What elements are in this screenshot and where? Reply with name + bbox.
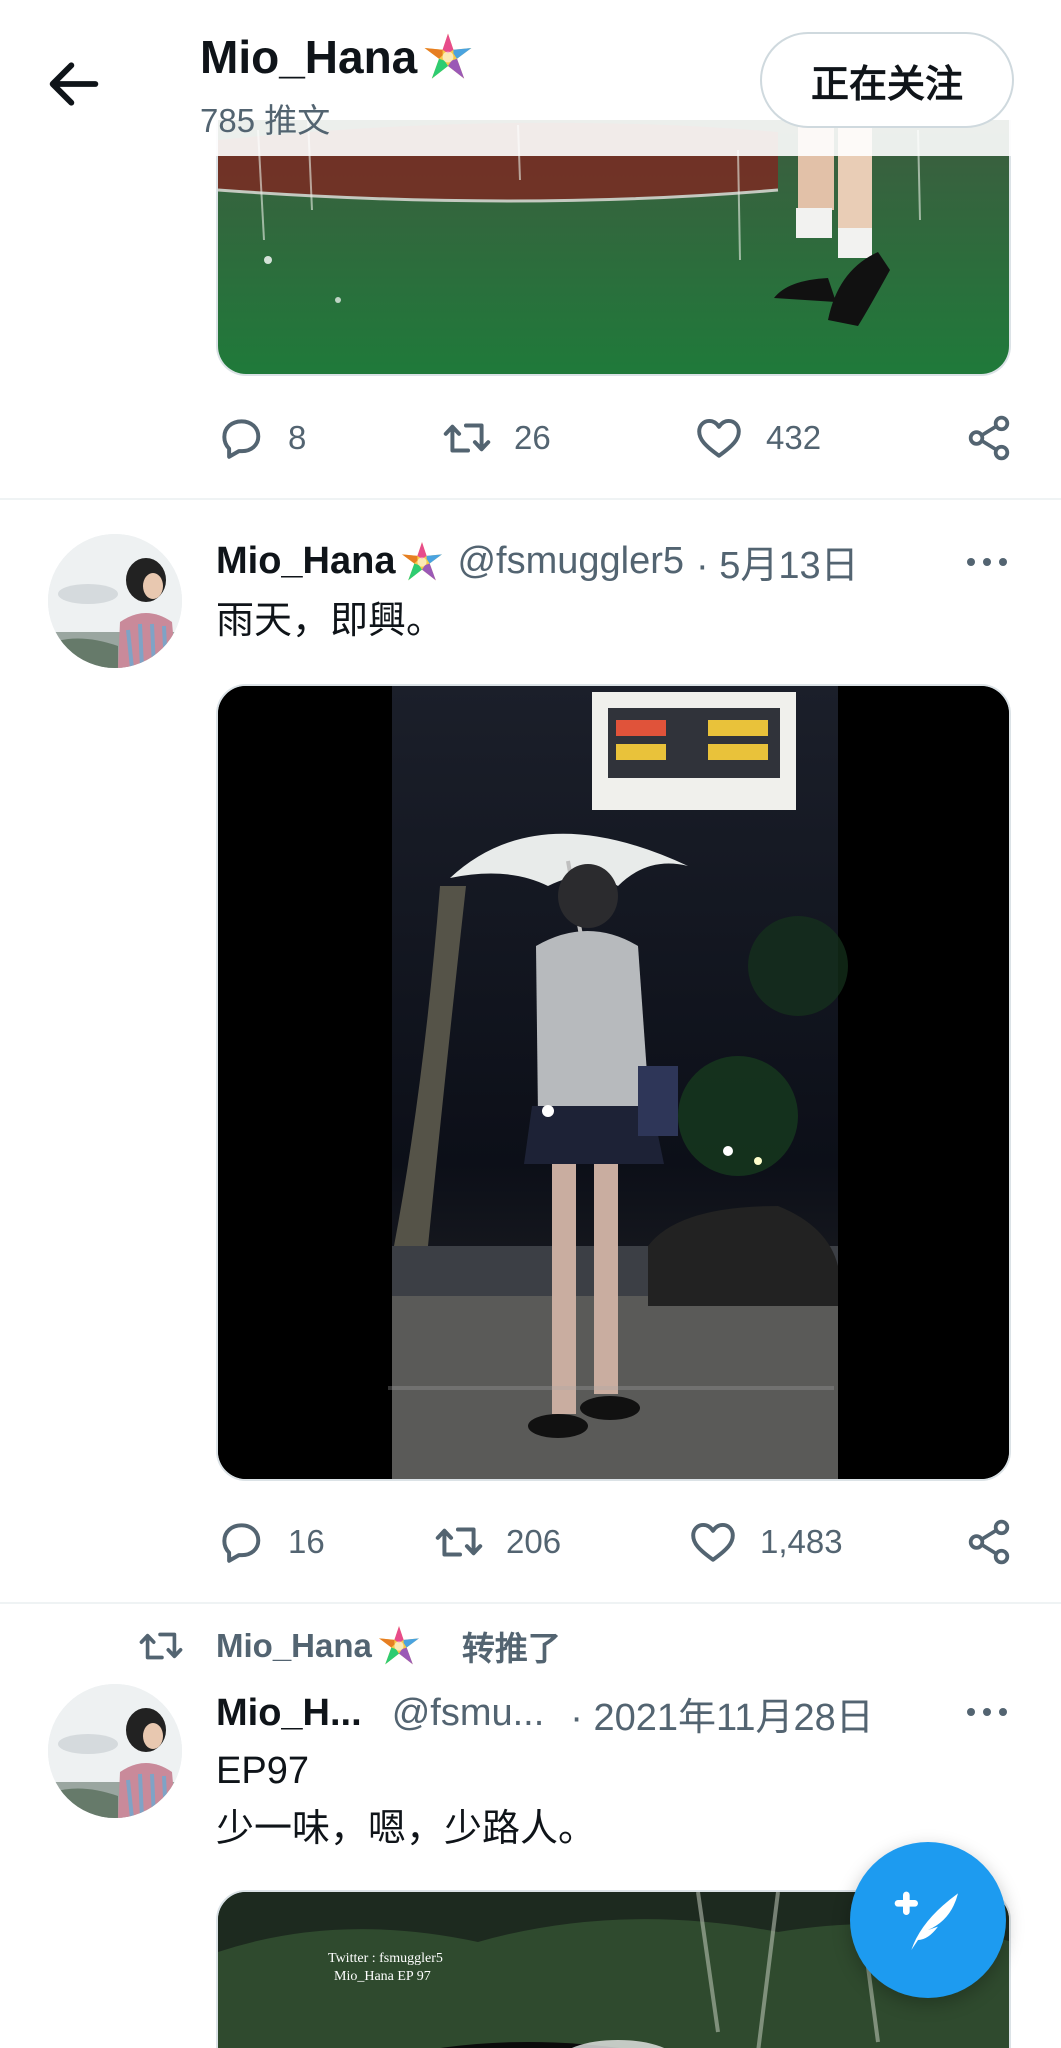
tweet-author-handle[interactable]: @fsmu... — [392, 1692, 545, 1735]
profile-header: Mio_Hana 785 推文 正在关注 — [0, 0, 1061, 156]
tweet-actions: 8 26 432 — [216, 408, 1016, 468]
tweet-actions: 16 206 1,483 — [216, 1512, 1016, 1572]
avatar-image — [48, 1684, 182, 1818]
tweet-date[interactable]: · 2021年11月28日 — [570, 1686, 873, 1741]
divider — [0, 1602, 1061, 1604]
retweet-icon — [442, 413, 492, 463]
share-button[interactable] — [964, 1512, 1036, 1572]
tweet-date[interactable]: · 5月13日 — [696, 534, 859, 589]
share-icon — [964, 1517, 1014, 1567]
profile-name: Mio_Hana — [200, 30, 475, 84]
tweet-author-name[interactable]: Mio_H... — [216, 1692, 362, 1735]
tweet-text-line: EP97 — [216, 1750, 309, 1792]
retweet-icon — [434, 1517, 484, 1567]
reply-count: 8 — [288, 419, 307, 456]
reply-button[interactable]: 16 — [216, 1512, 325, 1572]
tweet-header: Mio_Hana @fsmuggler5 · 5月13日 — [216, 534, 859, 589]
reply-button[interactable]: 8 — [216, 408, 306, 468]
retweet-context[interactable]: Mio_Hana 转推了 — [138, 1622, 561, 1670]
tweet-header: Mio_H... @fsmu... · 2021年11月28日 — [216, 1686, 874, 1741]
tweet-author-name[interactable]: Mio_Hana — [216, 540, 395, 583]
reply-icon — [216, 413, 266, 463]
profile-name-label: Mio_Hana — [200, 31, 418, 83]
more-dots-icon[interactable] — [962, 1702, 1012, 1722]
arrow-left-icon[interactable] — [42, 52, 106, 116]
like-count: 432 — [766, 419, 822, 456]
avatar[interactable] — [48, 1684, 182, 1818]
heart-icon — [694, 413, 744, 463]
image-watermark-line: Mio_Hana EP 97 — [334, 1969, 431, 1984]
retweet-button[interactable]: 206 — [434, 1512, 561, 1572]
retweet-button[interactable]: 26 — [442, 408, 551, 468]
compose-tweet-button[interactable] — [850, 1842, 1006, 1998]
like-count: 1,483 — [760, 1523, 843, 1560]
umbrella-night-photo — [218, 686, 1009, 1479]
tweet-text: 雨天，即興。 — [216, 600, 445, 642]
pinata-emoji-icon — [421, 30, 475, 84]
tweet-image[interactable] — [216, 684, 1011, 1481]
more-dots-icon[interactable] — [962, 552, 1012, 572]
tweet-text-line: 少一味，嗯，少路人。 — [216, 1808, 597, 1850]
avatar[interactable] — [48, 534, 182, 668]
divider — [0, 498, 1061, 500]
retweet-icon — [138, 1623, 184, 1669]
tweet-author-handle[interactable]: @fsmuggler5 — [457, 540, 684, 583]
share-button[interactable] — [964, 408, 1036, 468]
share-icon — [964, 413, 1014, 463]
pinata-emoji-icon — [376, 1623, 422, 1669]
like-button[interactable]: 1,483 — [688, 1512, 843, 1572]
image-watermark-line: Twitter : fsmuggler5 — [328, 1951, 443, 1966]
reply-count: 16 — [288, 1523, 325, 1560]
tweet-image[interactable] — [216, 120, 1011, 376]
tweet-count: 785 推文 — [200, 102, 331, 139]
heart-icon — [688, 1517, 738, 1567]
avatar-image — [48, 534, 182, 668]
retweet-label: 转推了 — [461, 1630, 561, 1667]
retweet-count: 206 — [506, 1523, 562, 1560]
reply-icon — [216, 1517, 266, 1567]
retweet-count: 26 — [514, 419, 551, 456]
like-button[interactable]: 432 — [694, 408, 821, 468]
pinata-emoji-icon — [399, 539, 445, 585]
rainy-street-photo — [218, 120, 1009, 374]
tweet-text: EP97 少一味，嗯，少路人。 — [216, 1742, 596, 1858]
following-button[interactable]: 正在关注 — [760, 32, 1014, 128]
compose-feather-icon — [894, 1891, 958, 1950]
retweeted-by-name: Mio_Hana — [216, 1627, 372, 1664]
